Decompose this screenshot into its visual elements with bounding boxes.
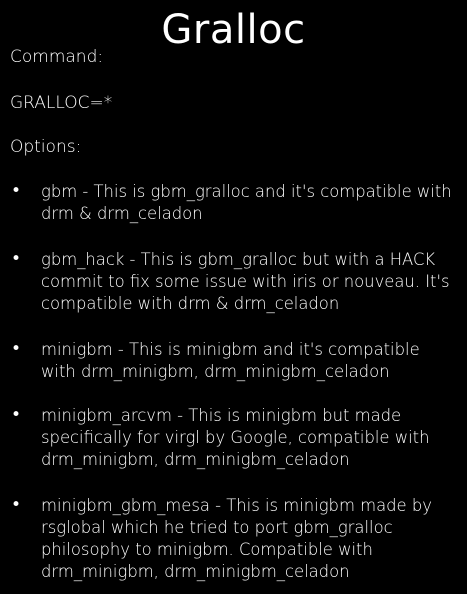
- option-gbm: gbm - This is gbm_gralloc and it's compa…: [41, 182, 452, 223]
- option-minigbm-gbm-mesa: minigbm_gbm_mesa - This is minigbm made …: [41, 496, 432, 581]
- page: { "title": "Gralloc", "command_label": "…: [0, 0, 467, 594]
- bullet-icon: •: [11, 339, 22, 359]
- option-gbm-hack: gbm_hack - This is gbm_gralloc but with …: [41, 250, 450, 313]
- option-minigbm: minigbm - This is minigbm and it's compa…: [41, 340, 420, 381]
- options-label: Options:: [10, 137, 82, 157]
- command-label: Command:: [10, 47, 104, 67]
- bullet-icon: •: [11, 181, 22, 201]
- bullet-icon: •: [11, 495, 22, 515]
- bullet-icon: •: [11, 249, 22, 269]
- command-value: GRALLOC=*: [10, 93, 113, 113]
- option-minigbm-arcvm: minigbm_arcvm - This is minigbm but made…: [41, 406, 430, 469]
- bullet-icon: •: [11, 405, 22, 425]
